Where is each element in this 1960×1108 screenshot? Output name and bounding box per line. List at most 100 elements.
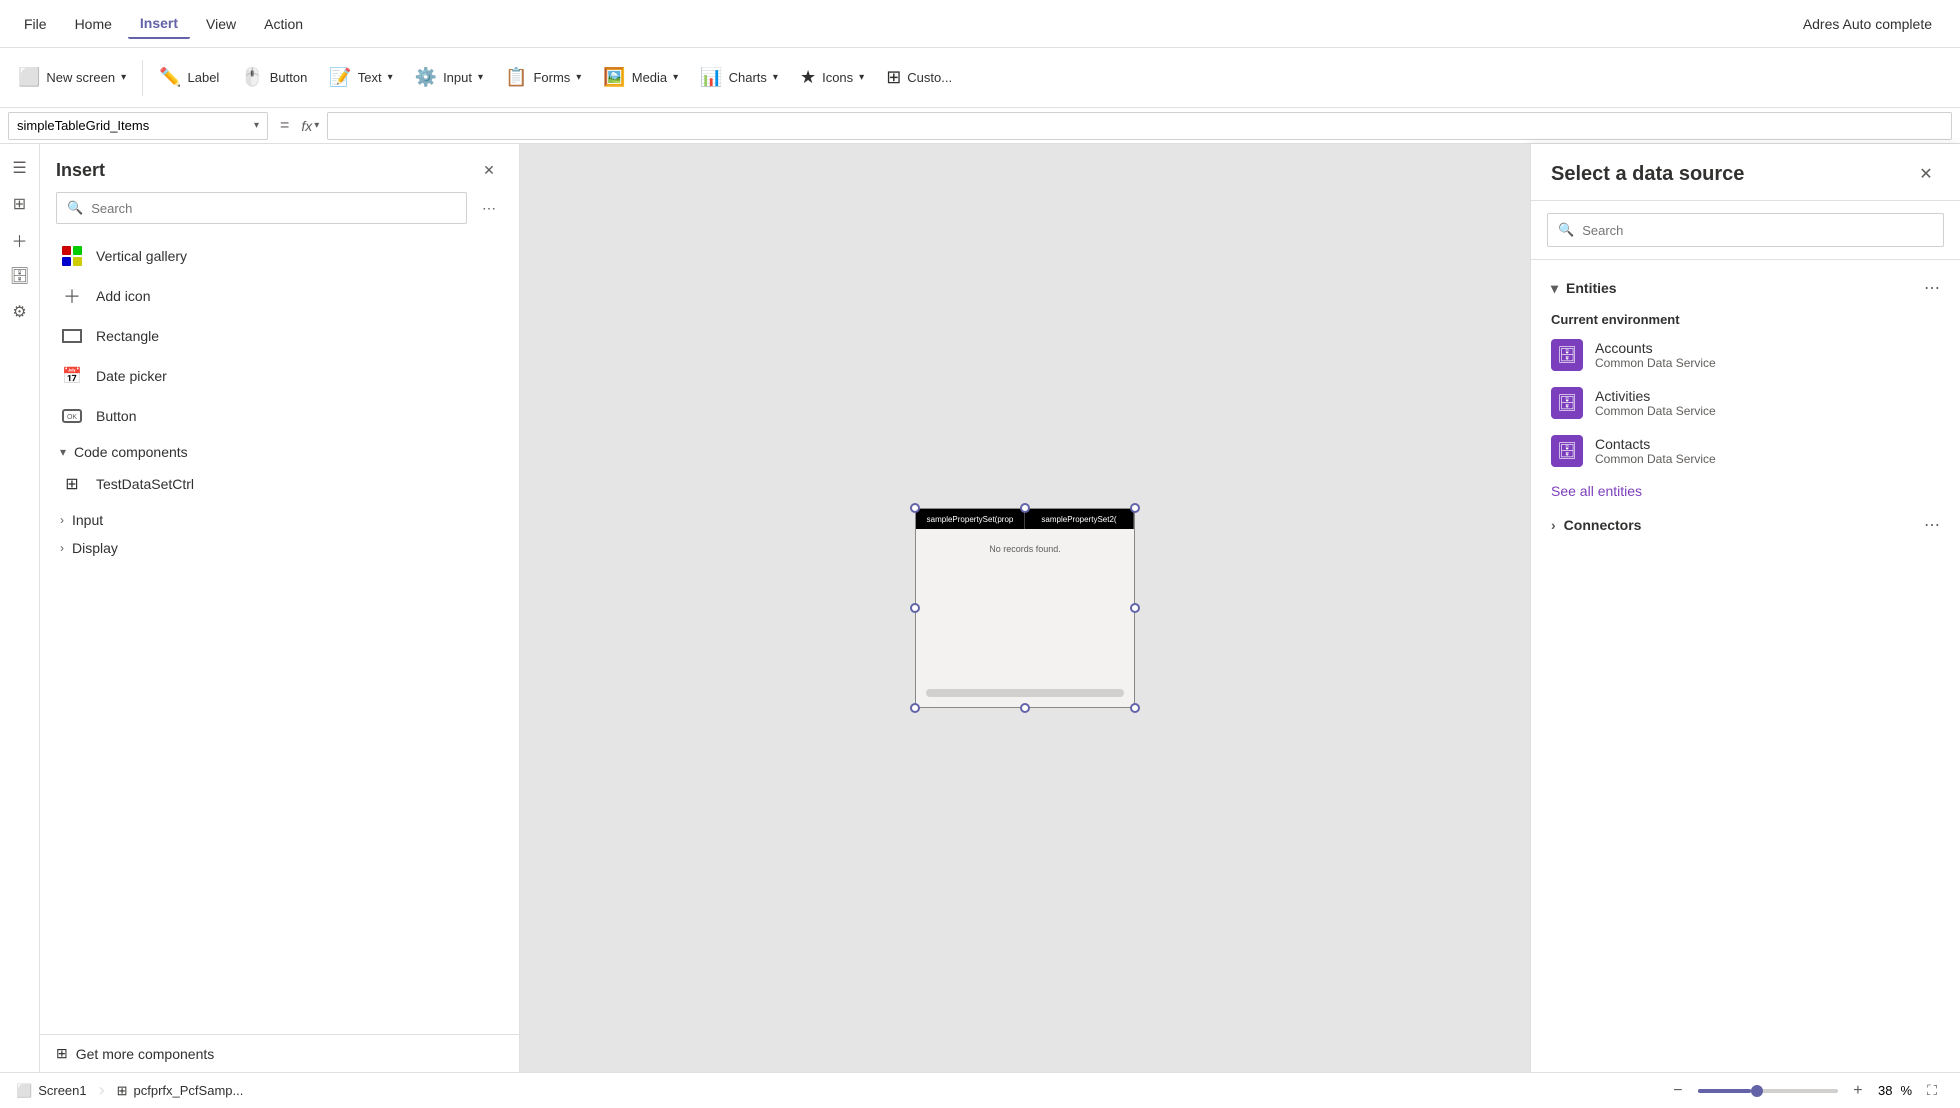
list-item-add-icon[interactable]: ＋ Add icon [48, 276, 511, 316]
see-all-entities-link[interactable]: See all entities [1531, 475, 1960, 507]
label-label: Label [188, 70, 220, 85]
list-item-vertical-gallery[interactable]: Vertical gallery [48, 236, 511, 276]
nav-settings-icon[interactable]: ⚙ [4, 296, 36, 328]
charts-button[interactable]: 📊 Charts ▾ [690, 52, 788, 104]
nav-layers-icon[interactable]: ⊞ [4, 188, 36, 220]
entity-accounts[interactable]: 🗄 Accounts Common Data Service [1531, 331, 1960, 379]
connectors-section-header[interactable]: › Connectors ⋯ [1531, 507, 1960, 543]
handle-br[interactable] [1130, 703, 1140, 713]
zoom-controls: − + 38 % ⛶ [1666, 1079, 1944, 1103]
menu-insert[interactable]: Insert [128, 9, 190, 39]
insert-panel-title: Insert [56, 160, 105, 181]
input-section[interactable]: › Input [48, 504, 511, 532]
list-item-testdatasetctrl[interactable]: ⊞ TestDataSetCtrl [48, 464, 511, 504]
formula-fx-button[interactable]: fx ▾ [301, 118, 319, 134]
input-button[interactable]: ⚙️ Input ▾ [405, 52, 493, 104]
screen1-item[interactable]: ⬜ Screen1 [16, 1083, 87, 1099]
left-nav: ☰ ⊞ ＋ 🗄 ⚙ [0, 144, 40, 1072]
zoom-slider[interactable] [1698, 1089, 1838, 1093]
handle-bm[interactable] [1020, 703, 1030, 713]
handle-mr[interactable] [1130, 603, 1140, 613]
component-label: pcfprfx_PcfSamp... [134, 1083, 244, 1098]
list-item-button[interactable]: OK Button [48, 396, 511, 436]
insert-panel-close-button[interactable]: ✕ [475, 156, 503, 184]
icons-caret: ▾ [859, 72, 864, 83]
menu-view[interactable]: View [194, 10, 248, 38]
display-section[interactable]: › Display [48, 532, 511, 560]
list-item-date-picker[interactable]: 📅 Date picker [48, 356, 511, 396]
insert-list: Vertical gallery ＋ Add icon Rectangle 📅 … [40, 236, 519, 1034]
screen-frame[interactable]: samplePropertySet(prop samplePropertySet… [915, 508, 1135, 708]
testdatasetctrl-label: TestDataSetCtrl [96, 476, 194, 492]
custom-label: Custo... [907, 70, 952, 85]
entity-activities[interactable]: 🗄 Activities Common Data Service [1531, 379, 1960, 427]
formula-fx-chevron: ▾ [314, 120, 319, 131]
icons-button[interactable]: ★ Icons ▾ [790, 52, 874, 104]
display-section-label: Display [72, 540, 118, 556]
new-screen-button[interactable]: ⬜ New screen ▾ [8, 52, 136, 104]
entity-contacts[interactable]: 🗄 Contacts Common Data Service [1531, 427, 1960, 475]
new-screen-caret: ▾ [121, 72, 126, 83]
code-components-chevron: ▾ [60, 445, 66, 459]
formula-input[interactable] [327, 112, 1952, 140]
button-label-tb: Button [270, 70, 308, 85]
ds-search-input[interactable] [1582, 223, 1933, 238]
add-icon-icon: ＋ [60, 284, 84, 308]
media-button[interactable]: 🖼️ Media ▾ [593, 52, 688, 104]
activities-icon: 🗄 [1551, 387, 1583, 419]
contacts-sub: Common Data Service [1595, 452, 1716, 466]
accounts-info: Accounts Common Data Service [1595, 340, 1716, 370]
forms-button[interactable]: 📋 Forms ▾ [495, 52, 591, 104]
insert-more-button[interactable]: ⋯ [475, 194, 503, 222]
get-more-components-button[interactable]: ⊞ Get more components [40, 1034, 519, 1072]
get-more-label: Get more components [76, 1046, 215, 1062]
code-components-section[interactable]: ▾ Code components [48, 436, 511, 464]
handle-tr[interactable] [1130, 503, 1140, 513]
handle-bl[interactable] [910, 703, 920, 713]
list-item-rectangle[interactable]: Rectangle [48, 316, 511, 356]
zoom-slider-thumb[interactable] [1751, 1085, 1763, 1097]
ds-search-icon: 🔍 [1558, 222, 1574, 238]
media-icon: 🖼️ [603, 67, 625, 88]
connectors-more-button[interactable]: ⋯ [1924, 515, 1940, 535]
component-item[interactable]: ⊞ pcfprfx_PcfSamp... [117, 1083, 244, 1099]
screen1-icon: ⬜ [16, 1083, 32, 1099]
display-chevron: › [60, 541, 64, 555]
formula-selector[interactable]: simpleTableGrid_Items ▾ [8, 112, 268, 140]
insert-search-box[interactable]: 🔍 [56, 192, 467, 224]
ds-close-button[interactable]: ✕ [1912, 160, 1940, 188]
menu-home[interactable]: Home [63, 10, 124, 38]
input-chevron: › [60, 513, 64, 527]
ds-search-box[interactable]: 🔍 [1547, 213, 1944, 247]
charts-caret: ▾ [773, 72, 778, 83]
zoom-plus-button[interactable]: + [1846, 1079, 1870, 1103]
button-icon: 🖱️ [241, 67, 263, 88]
text-button[interactable]: 📝 Text ▾ [319, 52, 402, 104]
accounts-sub: Common Data Service [1595, 356, 1716, 370]
entities-section-header[interactable]: ▾ Entities ⋯ [1531, 272, 1960, 304]
nav-data-icon[interactable]: 🗄 [4, 260, 36, 292]
entities-more-button[interactable]: ⋯ [1924, 278, 1940, 298]
nav-add-icon[interactable]: ＋ [4, 224, 36, 256]
handle-tl[interactable] [910, 503, 920, 513]
nav-menu-icon[interactable]: ☰ [4, 152, 36, 184]
toolbar: ⬜ New screen ▾ ✏️ Label 🖱️ Button 📝 Text… [0, 48, 1960, 108]
label-button[interactable]: ✏️ Label [149, 52, 229, 104]
canvas-area: samplePropertySet(prop samplePropertySet… [520, 144, 1530, 1072]
fullscreen-button[interactable]: ⛶ [1920, 1079, 1944, 1103]
accounts-icon: 🗄 [1551, 339, 1583, 371]
custom-button[interactable]: ⊞ Custo... [876, 52, 962, 104]
button-button[interactable]: 🖱️ Button [231, 52, 317, 104]
data-source-panel: Select a data source ✕ 🔍 ▾ Entities ⋯ Cu… [1530, 144, 1960, 1072]
add-icon-label: Add icon [96, 288, 150, 304]
insert-search-input[interactable] [91, 201, 456, 216]
status-separator: › [99, 1080, 105, 1101]
component-icon: ⊞ [117, 1083, 128, 1099]
svg-text:OK: OK [67, 414, 77, 421]
menu-file[interactable]: File [12, 10, 59, 38]
handle-tm[interactable] [1020, 503, 1030, 513]
menu-action[interactable]: Action [252, 10, 315, 38]
formula-selector-chevron: ▾ [254, 120, 259, 131]
zoom-minus-button[interactable]: − [1666, 1079, 1690, 1103]
handle-ml[interactable] [910, 603, 920, 613]
